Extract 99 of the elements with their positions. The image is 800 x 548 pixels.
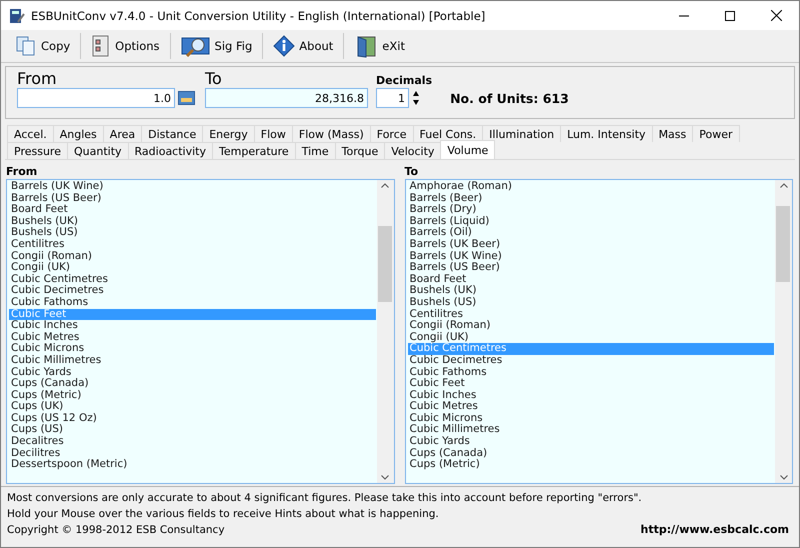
unit-item[interactable]: Centilitres bbox=[9, 238, 376, 251]
unit-item[interactable]: Dessertspoon (Metric) bbox=[9, 459, 376, 471]
copyright-text: Copyright © 1998-2012 ESB Consultancy bbox=[7, 523, 225, 538]
unit-list[interactable] bbox=[6, 179, 394, 484]
scroll-up-icon[interactable] bbox=[780, 183, 788, 188]
window-title: ESBUnitConv v7.4.0 - Unit Conversion Utility - English (International) [Portable] bbox=[31, 8, 486, 22]
unit-item[interactable]: Cups (Canada) bbox=[9, 378, 376, 390]
status-message: Hold your Mouse over the various fields to receive Hints about what is happening. bbox=[7, 507, 440, 522]
unit-item[interactable]: Barrels (Oil) bbox=[408, 227, 774, 239]
unit-item[interactable]: Board Feet bbox=[408, 274, 774, 286]
decimals-field[interactable]: 1 bbox=[376, 88, 409, 108]
toolbar-button[interactable]: Copy bbox=[9, 32, 76, 60]
unit-item[interactable]: Cubic Microns bbox=[408, 412, 774, 424]
category-tab[interactable]: Volume bbox=[440, 140, 496, 159]
unit-item[interactable]: Cubic Millimetres bbox=[9, 354, 376, 366]
scroll-down-icon[interactable] bbox=[780, 475, 788, 480]
unit-item[interactable]: Cubic Metres bbox=[408, 401, 774, 413]
info-icon bbox=[273, 35, 296, 57]
copy-icon bbox=[15, 35, 37, 57]
unit-item[interactable]: Barrels (UK Wine) bbox=[408, 250, 774, 262]
category-tab[interactable]: Energy bbox=[202, 125, 255, 142]
unit-item[interactable]: Congii (Roman) bbox=[9, 250, 376, 262]
app-icon bbox=[9, 8, 25, 24]
unit-item[interactable]: Cubic Fathoms bbox=[9, 296, 376, 309]
category-tab[interactable]: Flow (Mass) bbox=[292, 125, 371, 142]
spinner-icon[interactable] bbox=[412, 90, 420, 106]
scroll-up-icon[interactable] bbox=[381, 183, 389, 188]
unit-item[interactable]: Cubic Millimetres bbox=[408, 424, 774, 436]
toolbar-button[interactable]: Options bbox=[85, 32, 166, 60]
from-label: From bbox=[17, 70, 58, 88]
unit-item[interactable]: Cubic Feet bbox=[408, 378, 774, 390]
unit-item[interactable]: Barrels (US Beer) bbox=[9, 192, 376, 204]
unit-item[interactable]: Cubic Yards bbox=[408, 436, 774, 448]
category-tab[interactable]: Accel. bbox=[7, 125, 54, 142]
unit-item[interactable]: Barrels (US Beer) bbox=[408, 262, 774, 274]
to-field[interactable]: 28,316.8 bbox=[205, 88, 368, 108]
calculator-icon[interactable] bbox=[178, 91, 195, 105]
unit-item[interactable]: Decalitres bbox=[9, 436, 376, 448]
unit-item[interactable]: Cubic Microns bbox=[9, 343, 376, 355]
category-tab[interactable]: Power bbox=[692, 125, 740, 142]
unit-item[interactable]: Cups (Metric) bbox=[408, 459, 774, 471]
unit-count: No. of Units: 613 bbox=[450, 91, 569, 106]
unit-item[interactable]: Cups (US) bbox=[9, 424, 376, 436]
unit-item[interactable]: Cubic Centimetres bbox=[9, 274, 376, 286]
unit-item[interactable]: Congii (UK) bbox=[408, 332, 774, 344]
unit-item[interactable]: Barrels (Beer) bbox=[408, 192, 774, 204]
toolbar-button[interactable]: About bbox=[267, 32, 340, 60]
unit-item[interactable]: Cups (Canada) bbox=[408, 448, 774, 460]
maximize-icon[interactable] bbox=[725, 10, 735, 20]
category-tab[interactable]: Torque bbox=[334, 142, 386, 159]
website-link[interactable]: http://www.esbcalc.com bbox=[640, 522, 789, 538]
unit-item[interactable]: Barrels (Dry) bbox=[408, 204, 774, 216]
scroll-down-icon[interactable] bbox=[381, 475, 389, 480]
unit-item[interactable]: Cubic Inches bbox=[9, 320, 376, 332]
unit-item[interactable]: Cups (UK) bbox=[9, 401, 376, 413]
checklist-icon bbox=[91, 35, 112, 57]
unit-item[interactable]: Congii (Roman) bbox=[408, 320, 774, 332]
category-tab[interactable]: Radioactivity bbox=[128, 142, 213, 159]
unit-item[interactable]: Cubic Inches bbox=[408, 390, 774, 402]
unit-item[interactable]: Decilitres bbox=[9, 448, 376, 460]
unit-item[interactable]: Barrels (Liquid) bbox=[408, 216, 774, 228]
scrollbar[interactable] bbox=[775, 180, 792, 483]
unit-list[interactable] bbox=[404, 179, 793, 484]
unit-item[interactable]: Bushels (UK) bbox=[9, 216, 376, 228]
to-label: To bbox=[205, 70, 223, 88]
scroll-thumb[interactable] bbox=[776, 206, 790, 282]
unit-item[interactable]: Cubic Yards bbox=[9, 366, 376, 378]
unit-item[interactable]: Cups (Metric) bbox=[9, 390, 376, 402]
toolbar-button[interactable]: eXit bbox=[348, 32, 411, 60]
category-tab[interactable]: Velocity bbox=[384, 142, 442, 159]
magnifier-icon bbox=[180, 35, 211, 57]
scrollbar[interactable] bbox=[376, 180, 394, 483]
close-icon[interactable] bbox=[770, 10, 782, 21]
unit-item[interactable]: Barrels (UK Wine) bbox=[9, 181, 376, 193]
category-tab[interactable]: Quantity bbox=[66, 142, 129, 159]
unit-item[interactable]: Cubic Fathoms bbox=[408, 366, 774, 378]
unit-item[interactable]: Bushels (US) bbox=[408, 296, 774, 309]
list-heading: To bbox=[404, 165, 420, 179]
unit-item[interactable]: Cubic Decimetres bbox=[408, 354, 774, 366]
toolbar-button[interactable]: Sig Fig bbox=[174, 32, 258, 60]
unit-item[interactable]: Amphorae (Roman) bbox=[408, 181, 774, 193]
unit-item[interactable]: Barrels (UK Beer) bbox=[408, 238, 774, 251]
from-field[interactable]: 1.0 bbox=[17, 88, 175, 108]
unit-item[interactable]: Cubic Decimetres bbox=[9, 285, 376, 297]
scroll-thumb[interactable] bbox=[378, 226, 392, 302]
category-tab[interactable]: Lum. Intensity bbox=[560, 125, 653, 142]
list-heading: From bbox=[6, 165, 38, 179]
category-tab[interactable]: Pressure bbox=[7, 142, 68, 159]
decimals-label: Decimals bbox=[376, 74, 432, 88]
unit-item[interactable]: Bushels (UK) bbox=[408, 285, 774, 297]
unit-item[interactable]: Cups (US 12 Oz) bbox=[9, 412, 376, 424]
category-tab[interactable]: Temperature bbox=[212, 142, 296, 159]
unit-item[interactable]: Board Feet bbox=[9, 204, 376, 216]
unit-item[interactable]: Bushels (US) bbox=[9, 227, 376, 239]
status-message: Most conversions are only accurate to about 4 significant figures. Please take this into account before reporting "errors". bbox=[7, 491, 643, 506]
unit-item[interactable]: Centilitres bbox=[408, 308, 774, 320]
category-tab[interactable]: Angles bbox=[52, 125, 104, 142]
unit-item[interactable]: Congii (UK) bbox=[9, 262, 376, 274]
unit-item[interactable]: Cubic Metres bbox=[9, 332, 376, 344]
